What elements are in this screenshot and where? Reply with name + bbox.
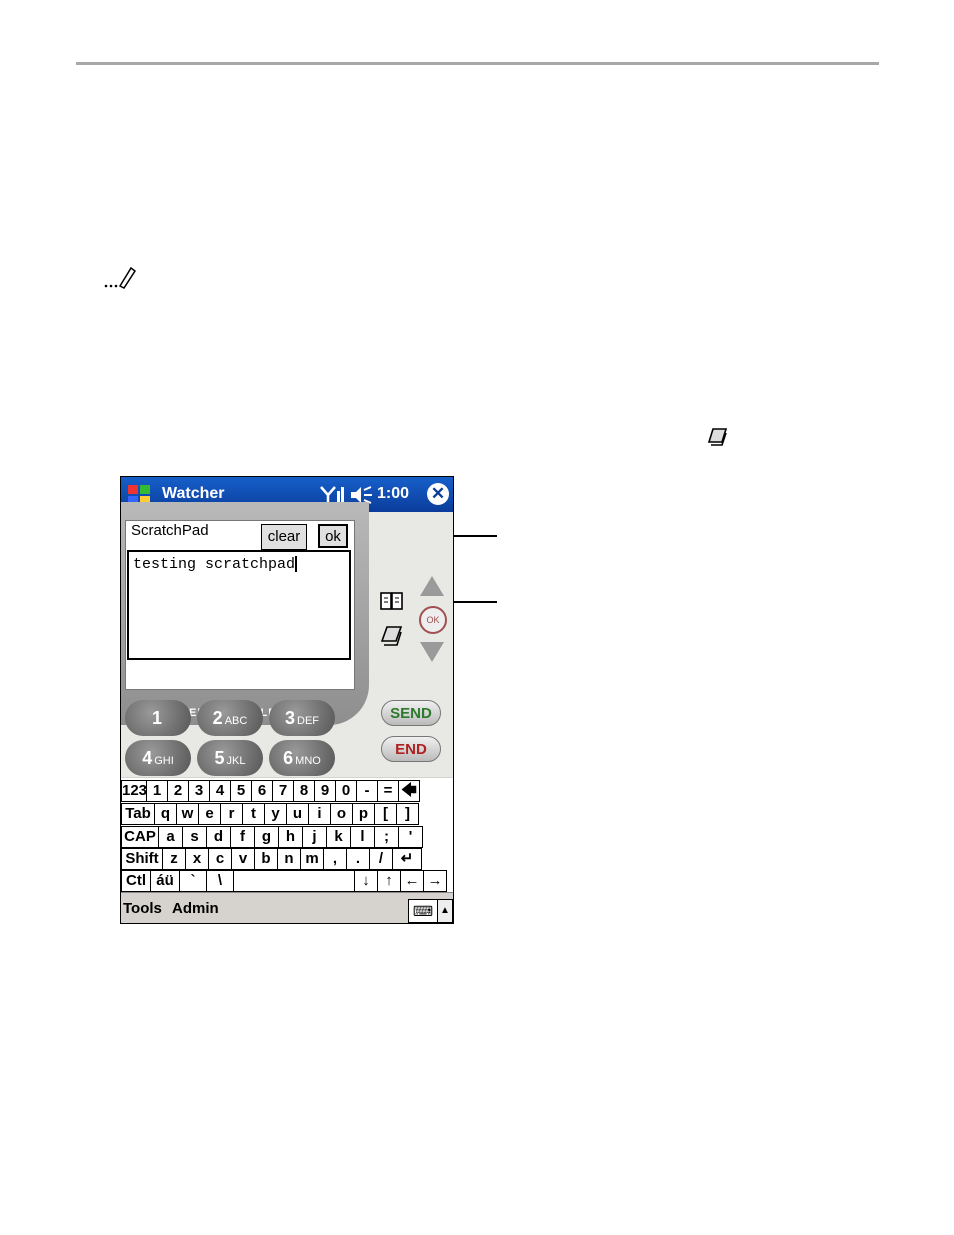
keyboard-row-2: Tab q w e r t y u i o p[] xyxy=(121,803,453,825)
soft-key[interactable]: j xyxy=(302,826,327,848)
soft-key[interactable]: k xyxy=(326,826,351,848)
soft-key[interactable]: 1 xyxy=(146,780,168,802)
header-rule xyxy=(76,62,879,65)
note-pencil-icon xyxy=(104,266,137,289)
soft-key[interactable]: u xyxy=(286,803,309,825)
scroll-up-arrow-icon[interactable] xyxy=(420,576,444,596)
soft-key[interactable]: = xyxy=(377,780,399,802)
scratchpad-text: testing scratchpad xyxy=(133,556,296,573)
soft-key[interactable]: s xyxy=(182,826,207,848)
soft-key[interactable]: ↑ xyxy=(377,870,401,892)
soft-key[interactable]: 6 xyxy=(251,780,273,802)
keypad-key-2[interactable]: 2 ABC xyxy=(197,700,263,736)
keyboard-row-5: Ctl áü ` \ ↓ ↑ ← → xyxy=(121,870,453,892)
soft-key[interactable]: 123 xyxy=(121,780,147,802)
menu-bar: Tools Admin ⌨ ▲ xyxy=(121,892,453,923)
keypad-key-1[interactable]: 1 xyxy=(125,700,191,736)
soft-key[interactable]: ↵ xyxy=(392,848,422,870)
soft-key[interactable]: Shift xyxy=(121,848,163,870)
menu-admin[interactable]: Admin xyxy=(172,900,219,917)
soft-key[interactable]: a xyxy=(158,826,183,848)
keypad-key-3[interactable]: 3 DEF xyxy=(269,700,335,736)
soft-key[interactable]: m xyxy=(300,848,324,870)
clear-button[interactable]: clear xyxy=(261,524,307,550)
scratchpad-icon xyxy=(707,428,728,446)
soft-key[interactable]: , xyxy=(323,848,347,870)
soft-key[interactable]: l xyxy=(350,826,375,848)
soft-key[interactable]: 7 xyxy=(272,780,294,802)
keyboard-row-4: Shift z x c v b n m,. / ↵ xyxy=(121,848,453,870)
keyboard-row-3: CAP a s d f g h j k l; ' xyxy=(121,826,453,848)
soft-key[interactable]: r xyxy=(220,803,243,825)
soft-key[interactable]: ↓ xyxy=(354,870,378,892)
soft-key[interactable]: áü xyxy=(150,870,180,892)
soft-key[interactable]: x xyxy=(185,848,209,870)
keypad-key-6[interactable]: 6 MNO xyxy=(269,740,335,776)
soft-key[interactable]: Ctl xyxy=(121,870,151,892)
soft-key[interactable]: ; xyxy=(374,826,399,848)
soft-key[interactable]: h xyxy=(278,826,303,848)
soft-key[interactable]: o xyxy=(330,803,353,825)
soft-key[interactable]: → xyxy=(423,870,447,892)
ok-button[interactable]: ok xyxy=(318,524,348,548)
soft-key[interactable] xyxy=(233,870,355,892)
keyboard-icon[interactable]: ⌨ xyxy=(408,899,438,923)
scratchpad-title: ScratchPad xyxy=(131,522,209,539)
soft-key[interactable]: - xyxy=(356,780,378,802)
soft-key[interactable]: c xyxy=(208,848,232,870)
soft-key[interactable]: w xyxy=(176,803,199,825)
soft-key[interactable]: . xyxy=(346,848,370,870)
soft-key[interactable]: n xyxy=(277,848,301,870)
soft-key[interactable]: e xyxy=(198,803,221,825)
watcher-body: ScratchPad clear ok testing scratchpad B… xyxy=(121,502,453,777)
phonebook-icon[interactable] xyxy=(379,590,405,612)
soft-keyboard: 123 1 2 3 4 5 6 7 8 9 0- = 🡄 Tab q w e r t y u i o p[] CAP a s d f… xyxy=(121,778,453,892)
soft-key[interactable]: g xyxy=(254,826,279,848)
soft-key[interactable]: ← xyxy=(400,870,424,892)
soft-key[interactable]: ` xyxy=(179,870,207,892)
soft-key[interactable]: 8 xyxy=(293,780,315,802)
app-title: Watcher xyxy=(162,485,225,502)
input-selector-arrow-icon[interactable]: ▲ xyxy=(437,899,453,923)
soft-key[interactable]: \ xyxy=(206,870,234,892)
soft-key[interactable]: t xyxy=(242,803,265,825)
soft-key[interactable]: f xyxy=(230,826,255,848)
soft-key[interactable]: 3 xyxy=(188,780,210,802)
soft-key[interactable]: 🡄 xyxy=(398,780,420,802)
soft-key[interactable]: 4 xyxy=(209,780,231,802)
send-button[interactable]: SEND xyxy=(381,700,441,726)
soft-key[interactable]: 9 xyxy=(314,780,336,802)
round-ok-button[interactable]: OK xyxy=(419,606,447,634)
keypad-key-4[interactable]: 4 GHI xyxy=(125,740,191,776)
soft-key[interactable]: ] xyxy=(396,803,419,825)
soft-key[interactable]: [ xyxy=(374,803,397,825)
scroll-down-arrow-icon[interactable] xyxy=(420,642,444,662)
soft-key[interactable]: i xyxy=(308,803,331,825)
soft-key[interactable]: q xyxy=(154,803,177,825)
scratchpad-textarea[interactable]: testing scratchpad xyxy=(127,550,351,660)
soft-key[interactable]: 5 xyxy=(230,780,252,802)
clock[interactable]: 1:00 xyxy=(377,485,409,503)
soft-key[interactable]: 2 xyxy=(167,780,189,802)
keypad-key-5[interactable]: 5 JKL xyxy=(197,740,263,776)
soft-key[interactable]: 0 xyxy=(335,780,357,802)
soft-key[interactable]: ' xyxy=(398,826,423,848)
soft-key[interactable]: CAP xyxy=(121,826,159,848)
soft-key[interactable]: z xyxy=(162,848,186,870)
close-button[interactable]: ✕ xyxy=(427,483,449,505)
menu-tools[interactable]: Tools xyxy=(123,900,162,917)
end-button[interactable]: END xyxy=(381,736,441,762)
scratchpad-side-icon[interactable] xyxy=(379,624,405,648)
soft-key[interactable]: b xyxy=(254,848,278,870)
soft-key[interactable]: d xyxy=(206,826,231,848)
soft-key[interactable]: y xyxy=(264,803,287,825)
keyboard-row-1: 123 1 2 3 4 5 6 7 8 9 0- = 🡄 xyxy=(121,780,453,802)
soft-key[interactable]: p xyxy=(352,803,375,825)
text-caret xyxy=(295,556,298,573)
pocketpc-screen: Watcher 1:00 ✕ ScratchPad clear ok testi… xyxy=(120,476,454,924)
soft-key[interactable]: Tab xyxy=(121,803,155,825)
soft-key[interactable]: / xyxy=(369,848,393,870)
soft-key[interactable]: v xyxy=(231,848,255,870)
